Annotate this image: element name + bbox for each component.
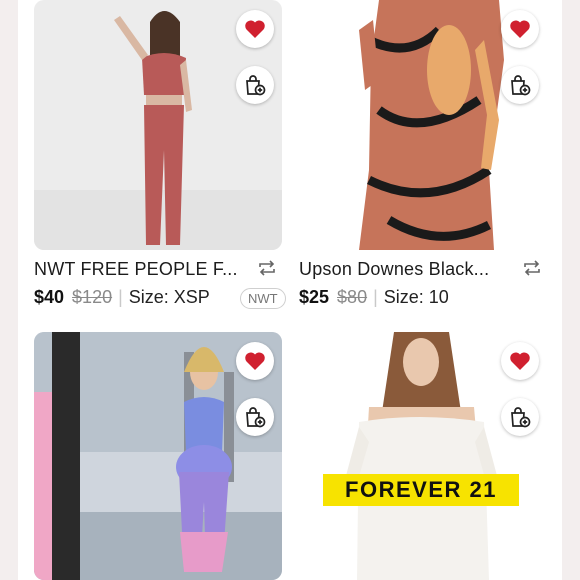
like-button[interactable]: [501, 342, 539, 380]
listing-card-1[interactable]: [34, 0, 282, 250]
listing-card-2[interactable]: [299, 0, 547, 250]
listing-card-4[interactable]: FOREVER 21: [299, 332, 547, 580]
add-to-bundle-button[interactable]: [501, 66, 539, 104]
shopping-bag-plus-icon: [246, 407, 266, 428]
listing-size: Size: XSP: [128, 287, 210, 307]
separator: |: [373, 287, 378, 307]
listing-price: $40: [34, 287, 65, 307]
listing-size: Size: 10: [383, 287, 449, 307]
listing-title[interactable]: Upson Downes Black...: [299, 259, 489, 280]
shopping-bag-plus-icon: [511, 407, 531, 428]
heart-icon: [510, 20, 530, 38]
add-to-bundle-button[interactable]: [501, 398, 539, 436]
heart-icon: [245, 20, 265, 38]
condition-badge: NWT: [240, 288, 286, 309]
listing-meta: $25 $80 | Size: 10: [299, 287, 449, 308]
share-arrows-icon[interactable]: [521, 257, 543, 279]
shopping-bag-plus-icon: [246, 75, 266, 96]
listing-meta: $40 $120 | Size: XSP: [34, 287, 210, 308]
share-arrows-icon[interactable]: [256, 257, 278, 279]
shopping-bag-plus-icon: [511, 75, 531, 96]
listing-card-3[interactable]: [34, 332, 282, 580]
listing-title[interactable]: NWT FREE PEOPLE F...: [34, 259, 238, 280]
listing-original-price: $120: [72, 287, 113, 307]
add-to-bundle-button[interactable]: [236, 398, 274, 436]
brand-banner: FOREVER 21: [323, 474, 519, 506]
separator: |: [118, 287, 123, 307]
heart-icon: [245, 352, 265, 370]
listing-original-price: $80: [337, 287, 368, 307]
like-button[interactable]: [236, 10, 274, 48]
heart-icon: [510, 352, 530, 370]
add-to-bundle-button[interactable]: [236, 66, 274, 104]
like-button[interactable]: [501, 10, 539, 48]
like-button[interactable]: [236, 342, 274, 380]
listing-price: $25: [299, 287, 330, 307]
